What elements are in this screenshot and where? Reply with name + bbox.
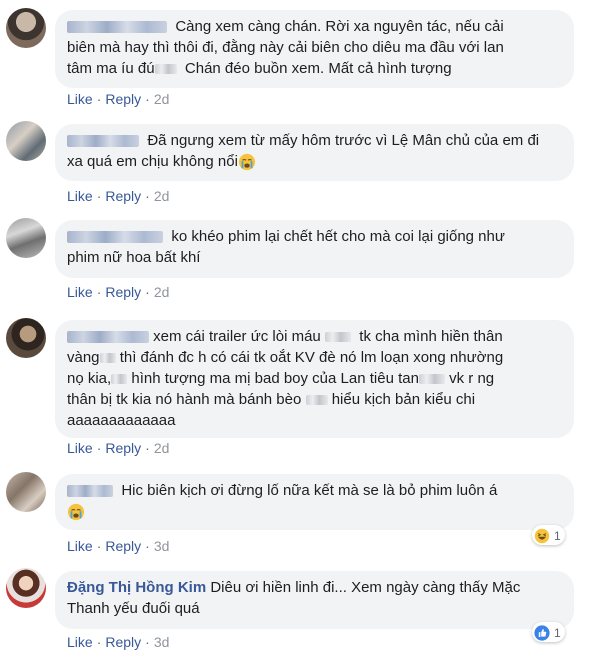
comment-text: xa quá em chịu không nổi	[67, 153, 238, 170]
crying-face-icon	[67, 503, 85, 521]
comment-bubble: Đã ngưng xem từ mấy hôm trước vì Lệ Mân …	[55, 124, 574, 181]
haha-reaction-icon	[534, 528, 550, 543]
like-link[interactable]: Like	[67, 284, 93, 300]
comment-text: tâm ma íu đú	[67, 60, 155, 77]
author-name-blurred[interactable]	[67, 21, 167, 34]
comment-actions: Like · Reply · 2d	[67, 91, 169, 107]
separator: ·	[145, 440, 150, 456]
timestamp[interactable]: 2d	[154, 284, 170, 300]
comment-text: Hic biên kịch ơi đừng lố nữa kết mà se l…	[121, 482, 498, 499]
comment-text: phim nữ hoa bất khí	[67, 249, 201, 266]
reply-link[interactable]: Reply	[105, 538, 141, 554]
reaction-number: 1	[554, 625, 561, 640]
reaction-count[interactable]: 1	[532, 622, 565, 642]
like-reaction-icon	[534, 624, 550, 641]
comment-text: biên mà hay thì thôi đi, đằng này cải bi…	[67, 39, 504, 56]
separator: ·	[145, 538, 150, 554]
reply-link[interactable]: Reply	[105, 284, 141, 300]
redacted-text	[324, 332, 351, 343]
avatar[interactable]	[6, 318, 46, 358]
avatar[interactable]	[6, 121, 46, 161]
comment-actions: Like · Reply · 2d	[67, 188, 169, 204]
author-name-blurred[interactable]	[67, 135, 139, 148]
avatar[interactable]	[6, 472, 46, 512]
separator: ·	[145, 284, 150, 300]
comment-6: Đặng Thị Hồng Kim Diêu ơi hiền linh đi..…	[0, 562, 602, 658]
separator: ·	[145, 188, 150, 204]
comment-bubble: Đặng Thị Hồng Kim Diêu ơi hiền linh đi..…	[55, 571, 574, 629]
comment-text: aaaaaaaaaaaaa	[67, 412, 176, 429]
comment-text: Càng xem càng chán. Rời xa nguyên tác, n…	[175, 18, 504, 35]
timestamp[interactable]: 2d	[154, 440, 170, 456]
author-name-blurred[interactable]	[67, 485, 113, 498]
avatar[interactable]	[6, 8, 46, 48]
comment-actions: Like · Reply · 3d	[67, 538, 169, 554]
separator: ·	[96, 538, 102, 554]
redacted-text	[99, 353, 116, 364]
redacted-text	[111, 374, 128, 385]
like-link[interactable]: Like	[67, 91, 93, 107]
comment-3: ko khéo phim lại chết hết cho mà coi lại…	[0, 212, 602, 308]
author-name[interactable]: Đặng Thị Hồng Kim	[67, 579, 206, 596]
comment-4: xem cái trailer ức lòi máu tk cha mình h…	[0, 308, 602, 464]
reply-link[interactable]: Reply	[105, 188, 141, 204]
comment-5: Hic biên kịch ơi đừng lố nữa kết mà se l…	[0, 464, 602, 562]
comment-text: ko khéo phim lại chết hết cho mà coi lại…	[171, 228, 505, 245]
comment-text: tk cha mình hiền thân	[359, 328, 503, 345]
timestamp[interactable]: 3d	[154, 538, 170, 554]
avatar[interactable]	[6, 218, 46, 258]
avatar[interactable]	[6, 568, 46, 608]
comment-bubble: ko khéo phim lại chết hết cho mà coi lại…	[55, 220, 574, 278]
reply-link[interactable]: Reply	[105, 91, 141, 107]
separator: ·	[96, 634, 102, 650]
comment-text: thì đánh đc h có cái tk oắt KV đè nó lm …	[119, 349, 504, 366]
timestamp[interactable]: 3d	[154, 634, 170, 650]
comment-text: vàng	[67, 349, 100, 366]
comment-bubble: xem cái trailer ức lòi máu tk cha mình h…	[55, 320, 574, 438]
separator: ·	[96, 440, 102, 456]
crying-face-icon	[238, 153, 256, 171]
comment-text: vk r ng	[449, 370, 495, 387]
like-link[interactable]: Like	[67, 634, 93, 650]
reply-link[interactable]: Reply	[105, 634, 141, 650]
comment-text: Chán đéo buồn xem. Mất cả hình tượng	[184, 60, 452, 77]
timestamp[interactable]: 2d	[154, 91, 170, 107]
comment-1: Càng xem càng chán. Rời xa nguyên tác, n…	[0, 0, 602, 110]
comment-bubble: Càng xem càng chán. Rời xa nguyên tác, n…	[55, 10, 574, 88]
author-name-blurred[interactable]	[67, 231, 163, 244]
redacted-text	[305, 395, 328, 406]
comment-actions: Like · Reply · 2d	[67, 440, 169, 456]
comment-actions: Like · Reply · 2d	[67, 284, 169, 300]
timestamp[interactable]: 2d	[154, 188, 170, 204]
separator: ·	[96, 188, 102, 204]
comment-text: hiểu kịch bản kiểu chi	[331, 391, 476, 408]
comment-text: thân bị tk kia nó hành mà bánh bèo	[67, 391, 302, 408]
comment-text: Diêu ơi hiền linh đi... Xem ngày càng th…	[210, 579, 521, 596]
redacted-text	[418, 374, 445, 385]
reply-link[interactable]: Reply	[105, 440, 141, 456]
separator: ·	[145, 91, 150, 107]
comment-text: nọ kia,	[67, 370, 112, 387]
separator: ·	[145, 634, 150, 650]
reaction-count[interactable]: 1	[532, 525, 565, 545]
reaction-number: 1	[554, 528, 561, 543]
comment-text: Đã ngưng xem từ mấy hôm trước vì Lệ Mân …	[147, 132, 540, 149]
separator: ·	[96, 284, 102, 300]
comment-bubble: Hic biên kịch ơi đừng lố nữa kết mà se l…	[55, 474, 574, 530]
like-link[interactable]: Like	[67, 538, 93, 554]
comment-text: Thanh yếu đuối quá	[67, 600, 200, 617]
like-link[interactable]: Like	[67, 188, 93, 204]
comment-actions: Like · Reply · 3d	[67, 634, 169, 650]
separator: ·	[96, 91, 102, 107]
redacted-text	[154, 64, 177, 75]
comment-text: xem cái trailer ức lòi máu	[153, 328, 321, 345]
like-link[interactable]: Like	[67, 440, 93, 456]
comment-text: hình tượng ma mị bad boy của Lan tiêu ta…	[131, 370, 419, 387]
comment-2: Đã ngưng xem từ mấy hôm trước vì Lệ Mân …	[0, 115, 602, 212]
author-name-blurred[interactable]	[67, 331, 149, 344]
